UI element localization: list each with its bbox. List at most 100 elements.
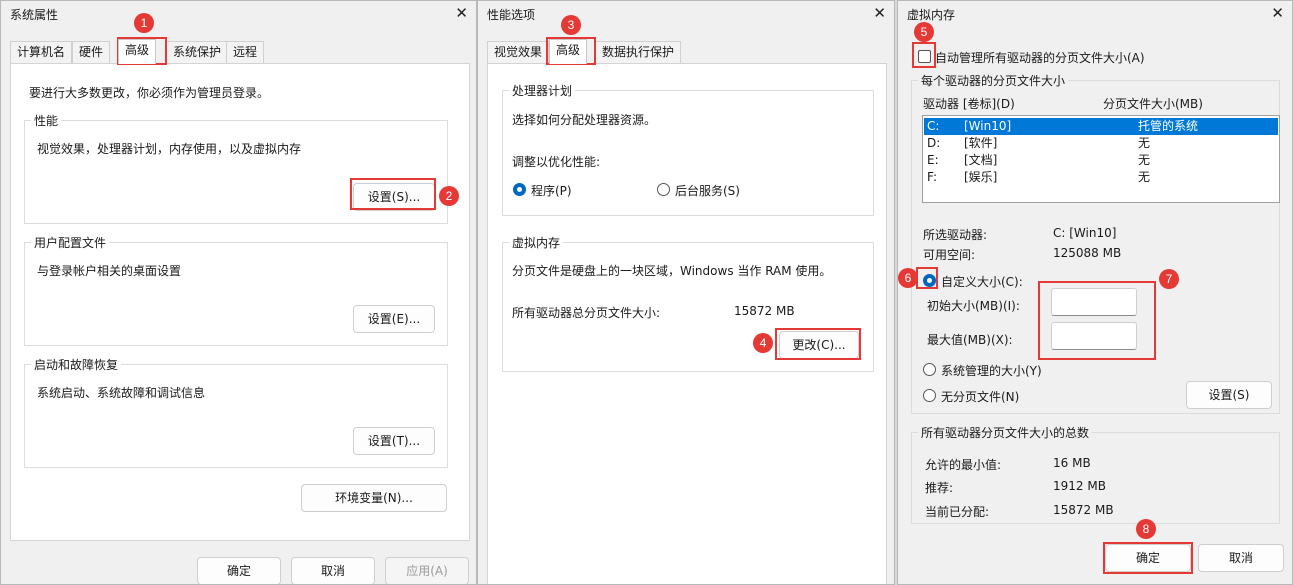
drive-letter: E: bbox=[927, 153, 939, 167]
drive-list[interactable]: C: [Win10] 托管的系统 D: [软件] 无 E: [文档] 无 F: … bbox=[922, 115, 1280, 203]
processor-scheduling-group: 处理器计划 选择如何分配处理器资源。 调整以优化性能: 程序(P) 后台服务(S… bbox=[502, 82, 874, 216]
virtual-memory-group: 虚拟内存 分页文件是硬盘上的一块区域，Windows 当作 RAM 使用。 所有… bbox=[502, 234, 874, 372]
maximum-size-input[interactable] bbox=[1051, 322, 1137, 350]
cancel-button[interactable]: 取消 bbox=[291, 557, 375, 584]
step-badge-5: 5 bbox=[914, 22, 934, 42]
dialog-title: 性能选项 bbox=[487, 8, 536, 22]
custom-size-radio[interactable] bbox=[923, 274, 936, 287]
currently-allocated-label: 当前已分配: bbox=[925, 505, 990, 519]
titlebar: 虚拟内存 ✕ bbox=[898, 1, 1292, 27]
startup-recovery-title: 启动和故障恢复 bbox=[31, 356, 122, 373]
virtual-memory-desc: 分页文件是硬盘上的一块区域，Windows 当作 RAM 使用。 bbox=[512, 264, 832, 278]
system-properties-dialog: 系统属性 ✕ 计算机名 硬件 高级 系统保护 远程 要进行大多数更改，你必须作为… bbox=[0, 0, 477, 585]
user-profiles-desc: 与登录帐户相关的桌面设置 bbox=[37, 264, 182, 278]
drive-letter: D: bbox=[927, 136, 941, 150]
cancel-button[interactable]: 取消 bbox=[1198, 544, 1284, 572]
drive-row[interactable]: F: [娱乐] 无 bbox=[924, 169, 1278, 186]
drive-label: [文档] bbox=[964, 153, 998, 167]
ok-button[interactable]: 确定 bbox=[197, 557, 281, 584]
free-space-label: 可用空间: bbox=[923, 248, 976, 262]
programs-label[interactable]: 程序(P) bbox=[531, 182, 572, 199]
tab-computer-name[interactable]: 计算机名 bbox=[10, 41, 73, 63]
advanced-panel: 处理器计划 选择如何分配处理器资源。 调整以优化性能: 程序(P) 后台服务(S… bbox=[487, 63, 887, 584]
selected-drive-value: C: [Win10] bbox=[1053, 226, 1117, 240]
maximum-size-label: 最大值(MB)(X): bbox=[927, 333, 1013, 347]
per-drive-title: 每个驱动器的分页文件大小 bbox=[918, 72, 1069, 89]
drive-letter: C: bbox=[927, 119, 940, 133]
tab-strip: 计算机名 硬件 高级 系统保护 远程 bbox=[10, 39, 470, 64]
apply-button[interactable]: 应用(A) bbox=[385, 557, 469, 584]
custom-size-label[interactable]: 自定义大小(C): bbox=[941, 273, 1023, 290]
system-managed-radio[interactable] bbox=[923, 363, 936, 376]
drive-column-header: 驱动器 [卷标](D) bbox=[923, 97, 1015, 111]
drive-label: [Win10] bbox=[964, 119, 1012, 133]
programs-radio[interactable] bbox=[513, 183, 526, 196]
tab-advanced[interactable]: 高级 bbox=[118, 39, 157, 64]
background-services-label[interactable]: 后台服务(S) bbox=[675, 182, 740, 199]
processor-scheduling-title: 处理器计划 bbox=[509, 82, 576, 99]
system-managed-label[interactable]: 系统管理的大小(Y) bbox=[941, 362, 1042, 379]
titlebar: 系统属性 ✕ bbox=[1, 1, 476, 27]
performance-settings-button[interactable]: 设置(S)... bbox=[353, 183, 435, 211]
step-badge-8: 8 bbox=[1136, 519, 1156, 539]
auto-manage-checkbox[interactable] bbox=[918, 50, 931, 63]
close-icon[interactable]: ✕ bbox=[873, 3, 886, 23]
no-paging-file-label[interactable]: 无分页文件(N) bbox=[941, 388, 1019, 405]
ok-button[interactable]: 确定 bbox=[1105, 544, 1191, 572]
adjust-label: 调整以优化性能: bbox=[512, 155, 601, 169]
user-profiles-title: 用户配置文件 bbox=[31, 234, 110, 251]
performance-title: 性能 bbox=[31, 112, 62, 129]
step-badge-7: 7 bbox=[1159, 269, 1179, 289]
advanced-panel: 要进行大多数更改，你必须作为管理员登录。 性能 视觉效果，处理器计划，内存使用，… bbox=[10, 63, 470, 541]
tab-data-execution-prevention[interactable]: 数据执行保护 bbox=[595, 41, 682, 63]
no-paging-file-radio[interactable] bbox=[923, 389, 936, 402]
environment-variables-button[interactable]: 环境变量(N)... bbox=[301, 484, 447, 512]
startup-recovery-desc: 系统启动、系统故障和调试信息 bbox=[37, 386, 206, 400]
auto-manage-label[interactable]: 自动管理所有驱动器的分页文件大小(A) bbox=[935, 49, 1145, 66]
drive-row[interactable]: E: [文档] 无 bbox=[924, 152, 1278, 169]
tab-system-protection[interactable]: 系统保护 bbox=[166, 41, 229, 63]
virtual-memory-title: 虚拟内存 bbox=[509, 234, 564, 251]
virtual-memory-dialog: 虚拟内存 ✕ 自动管理所有驱动器的分页文件大小(A) 每个驱动器的分页文件大小 … bbox=[897, 0, 1293, 585]
drive-label: [软件] bbox=[964, 136, 998, 150]
change-button[interactable]: 更改(C)... bbox=[779, 331, 859, 359]
processor-scheduling-desc: 选择如何分配处理器资源。 bbox=[512, 113, 657, 127]
step-badge-2: 2 bbox=[439, 186, 459, 206]
total-paging-value: 15872 MB bbox=[734, 304, 795, 318]
performance-options-dialog: 性能选项 ✕ 视觉效果 高级 数据执行保护 处理器计划 选择如何分配处理器资源。… bbox=[477, 0, 895, 585]
tab-visual-effects[interactable]: 视觉效果 bbox=[487, 41, 550, 63]
total-paging-label: 所有驱动器总分页文件大小: bbox=[512, 306, 661, 320]
minimum-allowed-label: 允许的最小值: bbox=[925, 458, 1002, 472]
drive-row[interactable]: D: [软件] 无 bbox=[924, 135, 1278, 152]
step-badge-6: 6 bbox=[898, 268, 918, 288]
tab-advanced[interactable]: 高级 bbox=[549, 39, 588, 64]
performance-desc: 视觉效果，处理器计划，内存使用，以及虚拟内存 bbox=[37, 142, 302, 156]
selected-drive-label: 所选驱动器: bbox=[923, 228, 988, 242]
drive-row[interactable]: C: [Win10] 托管的系统 bbox=[924, 118, 1278, 135]
total-paging-group: 所有驱动器分页文件大小的总数 允许的最小值: 16 MB 推荐: 1912 MB… bbox=[911, 424, 1280, 524]
minimum-allowed-value: 16 MB bbox=[1053, 456, 1091, 470]
close-icon[interactable]: ✕ bbox=[1271, 3, 1284, 23]
free-space-value: 125088 MB bbox=[1053, 246, 1122, 260]
tab-hardware[interactable]: 硬件 bbox=[72, 41, 111, 63]
tab-remote[interactable]: 远程 bbox=[226, 41, 265, 63]
background-services-radio[interactable] bbox=[657, 183, 670, 196]
initial-size-input[interactable] bbox=[1051, 288, 1137, 316]
per-drive-group: 每个驱动器的分页文件大小 驱动器 [卷标](D) 分页文件大小(MB) C: [… bbox=[911, 72, 1280, 414]
drive-size: 无 bbox=[1138, 170, 1151, 184]
close-icon[interactable]: ✕ bbox=[455, 3, 468, 23]
user-profiles-settings-button[interactable]: 设置(E)... bbox=[353, 305, 435, 333]
drive-size: 托管的系统 bbox=[1138, 119, 1199, 133]
dialog-title: 系统属性 bbox=[10, 8, 59, 22]
size-column-header: 分页文件大小(MB) bbox=[1103, 97, 1203, 111]
initial-size-label: 初始大小(MB)(I): bbox=[927, 299, 1020, 313]
startup-recovery-settings-button[interactable]: 设置(T)... bbox=[353, 427, 435, 455]
set-button[interactable]: 设置(S) bbox=[1186, 381, 1272, 409]
step-badge-4: 4 bbox=[753, 333, 773, 353]
dialog-title: 虚拟内存 bbox=[907, 8, 956, 22]
recommended-value: 1912 MB bbox=[1053, 479, 1106, 493]
tab-strip: 视觉效果 高级 数据执行保护 bbox=[487, 39, 887, 64]
drive-label: [娱乐] bbox=[964, 170, 998, 184]
recommended-label: 推荐: bbox=[925, 481, 954, 495]
user-profiles-group: 用户配置文件 与登录帐户相关的桌面设置 设置(E)... bbox=[24, 234, 448, 346]
